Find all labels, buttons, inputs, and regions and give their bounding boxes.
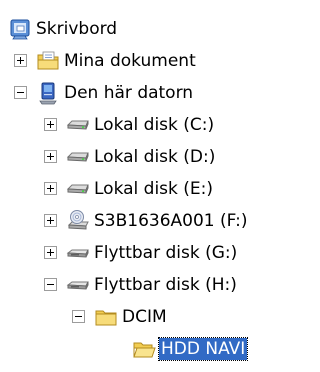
folder-icon	[94, 305, 118, 329]
expand-plus-icon[interactable]	[44, 246, 57, 259]
tree-item-drive-h[interactable]: Flyttbar disk (H:)	[0, 269, 290, 301]
tree-item-label: Den här datorn	[64, 83, 194, 103]
expand-plus-icon[interactable]	[44, 182, 57, 195]
tree-item-label: Lokal disk (C:)	[94, 115, 215, 135]
tree-item-drive-e[interactable]: Lokal disk (E:)	[0, 173, 260, 205]
hard-drive-icon	[66, 177, 90, 201]
expand-plus-icon[interactable]	[14, 54, 27, 67]
cd-drive-icon	[67, 210, 89, 230]
collapse-minus-icon[interactable]	[72, 310, 85, 323]
expand-plus-icon[interactable]	[44, 150, 57, 163]
hard-drive-icon	[66, 145, 90, 169]
tree-item-drive-c[interactable]: Lokal disk (C:)	[0, 109, 260, 141]
removable-drive-icon	[66, 273, 90, 297]
tree-item-desktop[interactable]: Skrivbord	[0, 13, 150, 45]
expand-plus-icon[interactable]	[44, 214, 57, 227]
collapse-minus-icon[interactable]	[44, 278, 57, 291]
expand-plus-icon[interactable]	[44, 118, 57, 131]
tree-item-label: Mina dokument	[64, 51, 196, 71]
tree-item-label: Skrivbord	[36, 19, 118, 39]
tree-item-label: Lokal disk (D:)	[94, 147, 216, 167]
desktop-icon	[10, 19, 30, 40]
documents-folder-icon	[37, 51, 59, 70]
tree-item-label: S3B1636A001 (F:)	[94, 211, 248, 231]
open-folder-icon	[132, 337, 156, 361]
tree-item-drive-d[interactable]: Lokal disk (D:)	[0, 141, 260, 173]
tree-item-dcim[interactable]: DCIM	[0, 301, 200, 333]
tree-item-drive-g[interactable]: Flyttbar disk (G:)	[0, 237, 290, 269]
tree-item-label: DCIM	[122, 307, 167, 327]
tree-item-my-documents[interactable]: Mina dokument	[0, 45, 250, 77]
tree-item-my-computer[interactable]: Den här datorn	[0, 77, 250, 109]
removable-drive-icon	[66, 241, 90, 265]
tree-item-label: Flyttbar disk (G:)	[94, 243, 238, 263]
tree-item-label: Flyttbar disk (H:)	[94, 275, 237, 295]
computer-icon	[39, 82, 57, 105]
collapse-minus-icon[interactable]	[14, 86, 27, 99]
tree-item-label: Lokal disk (E:)	[94, 179, 214, 199]
hard-drive-icon	[66, 113, 90, 137]
tree-item-drive-f[interactable]: S3B1636A001 (F:)	[0, 205, 290, 237]
tree-item-hdd-navi[interactable]: HDD NAVI	[0, 333, 260, 365]
tree-item-label-selected: HDD NAVI	[157, 337, 249, 361]
